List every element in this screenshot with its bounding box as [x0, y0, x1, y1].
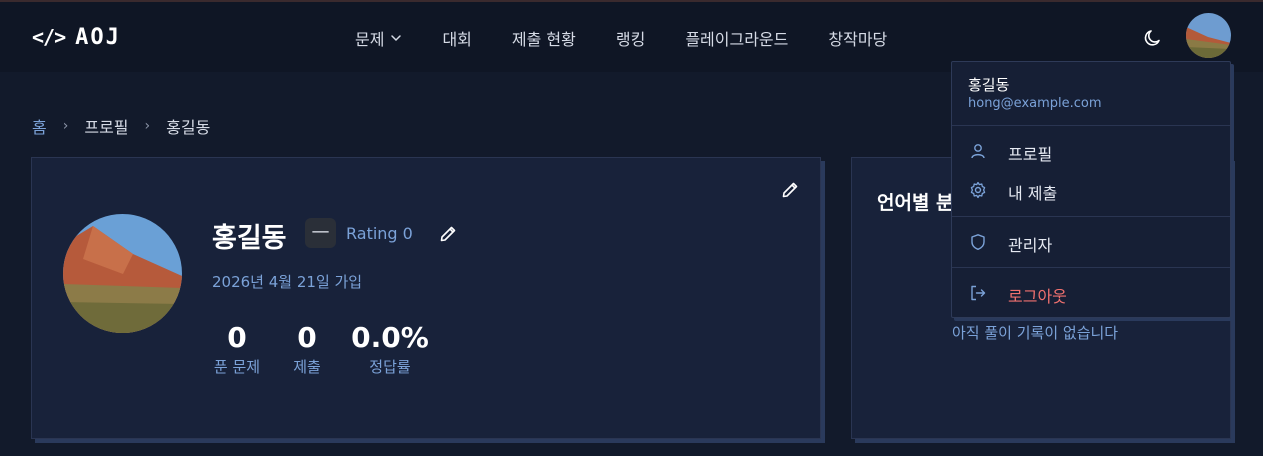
chevron-right-icon: › [62, 118, 69, 134]
shield-icon [971, 234, 985, 250]
profile-avatar [63, 214, 182, 333]
avatar-image [1186, 13, 1231, 58]
menu-item-label: 내 제출 [1008, 184, 1058, 203]
empty-state-text: 아직 풀이 기록이 없습니다 [952, 324, 1119, 342]
stat-label: 푼 문제 [213, 358, 261, 376]
language-stats-title: 언어별 분 [877, 192, 954, 214]
breadcrumb: 홈 › 프로필 › 홍길동 [32, 114, 210, 138]
menu-item-my-submissions[interactable]: 내 제출 [952, 172, 1230, 208]
nav-creation[interactable]: 창작마당 [828, 26, 887, 50]
nav-contests-label: 대회 [442, 30, 472, 49]
join-date: 2026년 4월 21일 가입 [212, 273, 363, 291]
nav-playground-label: 플레이그라운드 [685, 30, 789, 49]
nav-submissions[interactable]: 제출 현황 [512, 26, 576, 50]
brand-logo[interactable]: </> AOJ [32, 24, 121, 50]
gear-icon [970, 181, 986, 199]
menu-item-logout[interactable]: 로그아웃 [952, 275, 1230, 311]
divider [952, 216, 1230, 217]
nav-ranking[interactable]: 랭킹 [616, 26, 645, 50]
avatar-image [63, 214, 182, 333]
profile-card: 홍길동 — Rating 0 2026년 4월 21일 가입 0 푼 문제 0 … [31, 157, 821, 439]
menu-item-admin[interactable]: 관리자 [952, 224, 1230, 260]
breadcrumb-current: 홍길동 [166, 118, 211, 137]
nav-playground[interactable]: 플레이그라운드 [685, 26, 788, 50]
menu-item-profile[interactable]: 프로필 [952, 133, 1230, 169]
nav-ranking-label: 랭킹 [615, 30, 646, 49]
brand-name: AOJ [75, 24, 121, 50]
menu-item-label: 프로필 [1008, 145, 1053, 164]
divider [952, 125, 1230, 126]
rating-label: Rating 0 [346, 224, 413, 243]
nav-contests[interactable]: 대회 [442, 26, 471, 50]
user-avatar[interactable] [1186, 13, 1231, 58]
moon-icon[interactable] [1143, 28, 1163, 48]
logout-icon [971, 285, 986, 301]
nav-submissions-label: 제출 현황 [511, 30, 576, 49]
main-nav: 문제 대회 제출 현황 랭킹 플레이그라운드 창작마당 [355, 26, 927, 50]
pencil-icon[interactable] [438, 224, 458, 244]
chevron-right-icon: › [144, 118, 151, 134]
divider [952, 267, 1230, 268]
menu-item-label: 로그아웃 [1008, 287, 1067, 306]
pencil-icon[interactable] [780, 180, 800, 200]
breadcrumb-home[interactable]: 홈 [32, 114, 47, 138]
menu-item-label: 관리자 [1008, 236, 1053, 255]
stat-label: 제출 [293, 358, 321, 376]
menu-user-email: hong@example.com [968, 96, 1102, 111]
nav-problems-label: 문제 [355, 30, 385, 49]
chevron-down-icon [391, 35, 402, 42]
tier-badge: — [305, 218, 336, 248]
user-menu-dropdown: 홍길동 hong@example.com 프로필 내 제출 관리자 로그아웃 [951, 61, 1231, 318]
profile-name: 홍길동 [212, 223, 287, 254]
nav-creation-label: 창작마당 [828, 30, 888, 49]
menu-user-name: 홍길동 [968, 76, 1010, 94]
stat-solved: 0 푼 문제 [212, 321, 262, 377]
breadcrumb-profile[interactable]: 프로필 [84, 114, 128, 138]
stat-accuracy: 0.0% 정답률 [350, 321, 430, 377]
stat-value: 0.0% [351, 321, 429, 354]
stat-value: 0 [297, 321, 317, 354]
stat-value: 0 [227, 321, 247, 354]
user-icon [971, 144, 985, 159]
code-icon: </> [32, 25, 66, 49]
stat-label: 정답률 [369, 358, 411, 376]
stat-submissions: 0 제출 [287, 321, 327, 377]
nav-problems[interactable]: 문제 [355, 26, 402, 50]
